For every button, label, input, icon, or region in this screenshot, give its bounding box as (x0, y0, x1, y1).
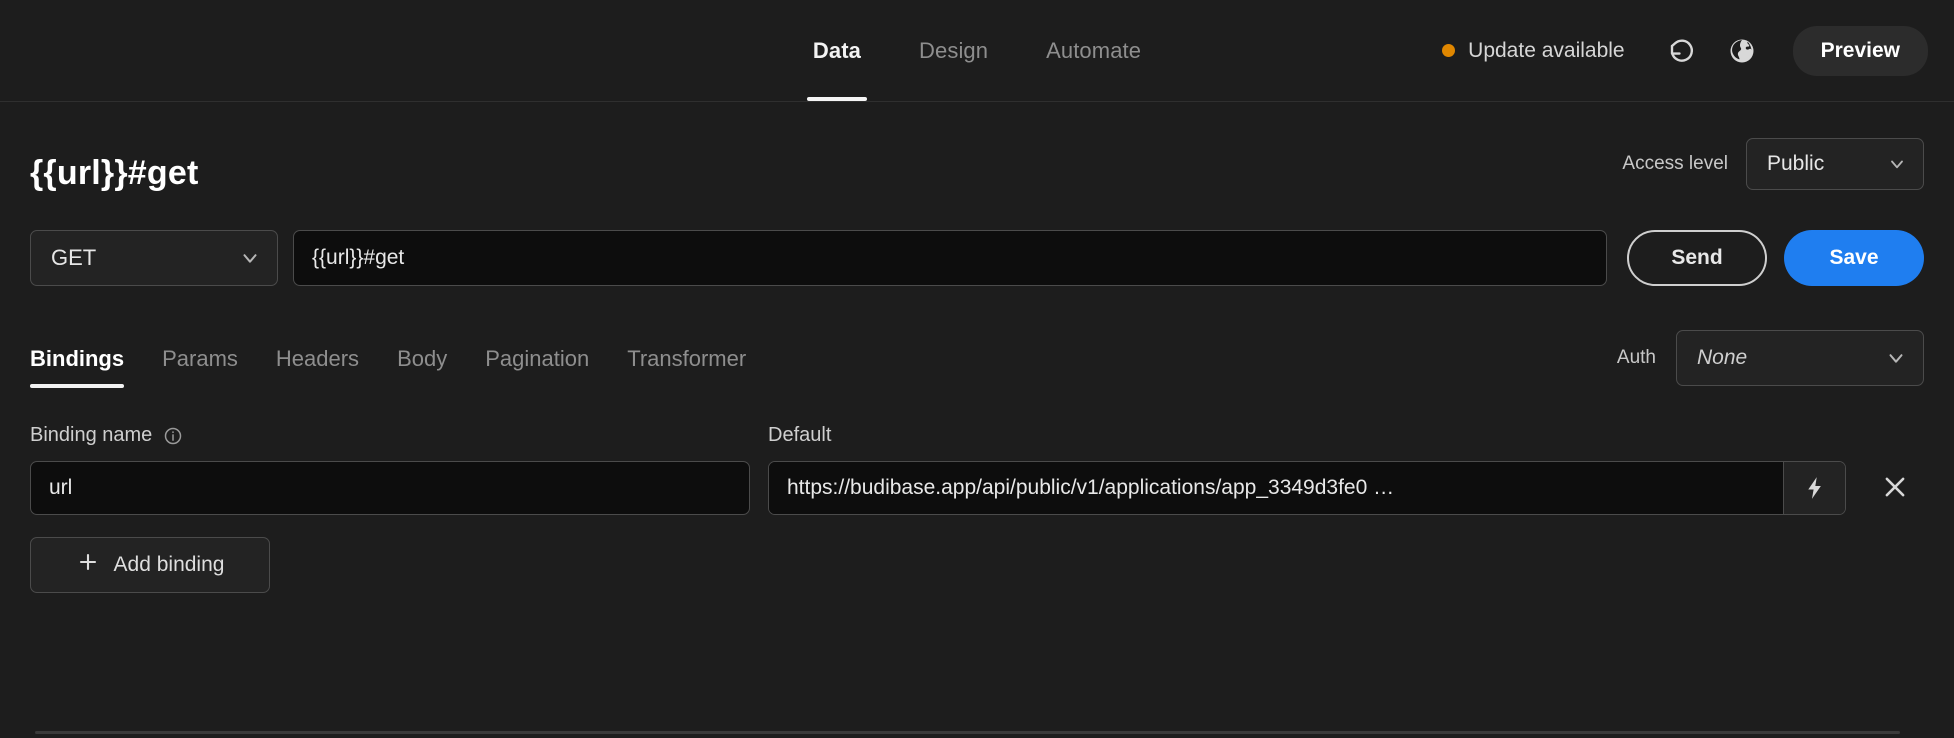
tab-bindings[interactable]: Bindings (30, 330, 125, 388)
auth-group: Auth None (1617, 330, 1924, 388)
nav-tab-automate-label: Automate (1046, 37, 1142, 63)
add-binding-button[interactable]: Add binding (30, 537, 270, 593)
lightning-bolt-icon[interactable] (1783, 462, 1845, 514)
binding-row (30, 461, 1924, 515)
tab-headers[interactable]: Headers (276, 330, 359, 388)
add-binding-label: Add binding (113, 553, 225, 576)
plus-icon (76, 550, 100, 580)
section-divider (35, 731, 1900, 734)
tab-params[interactable]: Params (162, 330, 238, 388)
access-level-select[interactable]: Public (1746, 138, 1924, 190)
remove-binding-button[interactable] (1866, 461, 1924, 515)
binding-name-input[interactable] (30, 461, 750, 515)
url-input[interactable] (293, 230, 1607, 286)
status-dot-icon (1442, 44, 1456, 57)
update-available-indicator[interactable]: Update available (1442, 38, 1625, 63)
tab-pagination[interactable]: Pagination (485, 330, 589, 388)
auth-select[interactable]: None (1676, 330, 1924, 386)
tab-pagination-label: Pagination (485, 346, 590, 371)
binding-name-cell (30, 461, 750, 515)
nav-tab-data-label: Data (812, 37, 862, 63)
undo-icon[interactable] (1659, 28, 1705, 74)
close-icon (1880, 472, 1910, 505)
tab-body-label: Body (397, 346, 448, 371)
page-title: {{url}}#get (30, 153, 199, 192)
query-title-row: {{url}}#get Access level Public (30, 102, 1924, 192)
binding-default-label: Default (768, 424, 832, 446)
nav-tab-design-label: Design (919, 37, 989, 63)
tab-headers-label: Headers (275, 346, 360, 371)
header-actions: Update available Preview (1442, 0, 1928, 101)
globe-icon[interactable] (1719, 28, 1765, 74)
access-level-value: Public (1767, 152, 1825, 175)
tab-transformer-label: Transformer (627, 346, 747, 371)
auth-value: None (1697, 346, 1748, 369)
binding-default-input[interactable] (769, 462, 1783, 514)
nav-tab-design[interactable]: Design (911, 0, 996, 101)
binding-name-label: Binding name (30, 424, 153, 446)
preview-button[interactable]: Preview (1792, 25, 1928, 76)
send-button[interactable]: Send (1627, 230, 1767, 286)
request-row: GET Send Save (30, 230, 1924, 286)
nav-tab-automate[interactable]: Automate (1038, 0, 1149, 101)
chevron-down-icon (1885, 347, 1907, 369)
query-tabs-row: Bindings Params Headers Body Pagination … (30, 330, 1924, 388)
http-method-select[interactable]: GET (30, 230, 278, 286)
access-level-label: Access level (1622, 153, 1728, 174)
chevron-down-icon (239, 247, 261, 269)
save-button[interactable]: Save (1784, 230, 1924, 286)
query-tabs: Bindings Params Headers Body Pagination … (30, 330, 746, 388)
tab-params-label: Params (162, 346, 238, 371)
http-method-value: GET (51, 245, 97, 270)
top-header: Data Design Automate Update available Pr… (0, 0, 1954, 102)
binding-default-cell (768, 461, 1924, 515)
bindings-header-row: Binding name Default (30, 424, 1924, 447)
query-content: {{url}}#get Access level Public GET {{ur… (0, 102, 1954, 738)
info-icon[interactable] (163, 426, 183, 446)
binding-name-column-header: Binding name (30, 424, 750, 447)
budibase-query-editor: Data Design Automate Update available Pr… (0, 0, 1954, 738)
binding-default-input-group (768, 461, 1846, 515)
nav-tab-data[interactable]: Data (805, 0, 869, 101)
access-level-group: Access level Public (1622, 138, 1924, 192)
tab-bindings-label: Bindings (30, 346, 125, 371)
update-available-label: Update available (1468, 38, 1625, 62)
chevron-down-icon (1887, 154, 1907, 174)
auth-label: Auth (1616, 347, 1656, 368)
tab-body[interactable]: Body (397, 330, 447, 388)
binding-default-column-header: Default (768, 424, 1924, 447)
tab-transformer[interactable]: Transformer (627, 330, 746, 388)
bindings-section: Binding name Default url https://budibas… (30, 424, 1924, 593)
